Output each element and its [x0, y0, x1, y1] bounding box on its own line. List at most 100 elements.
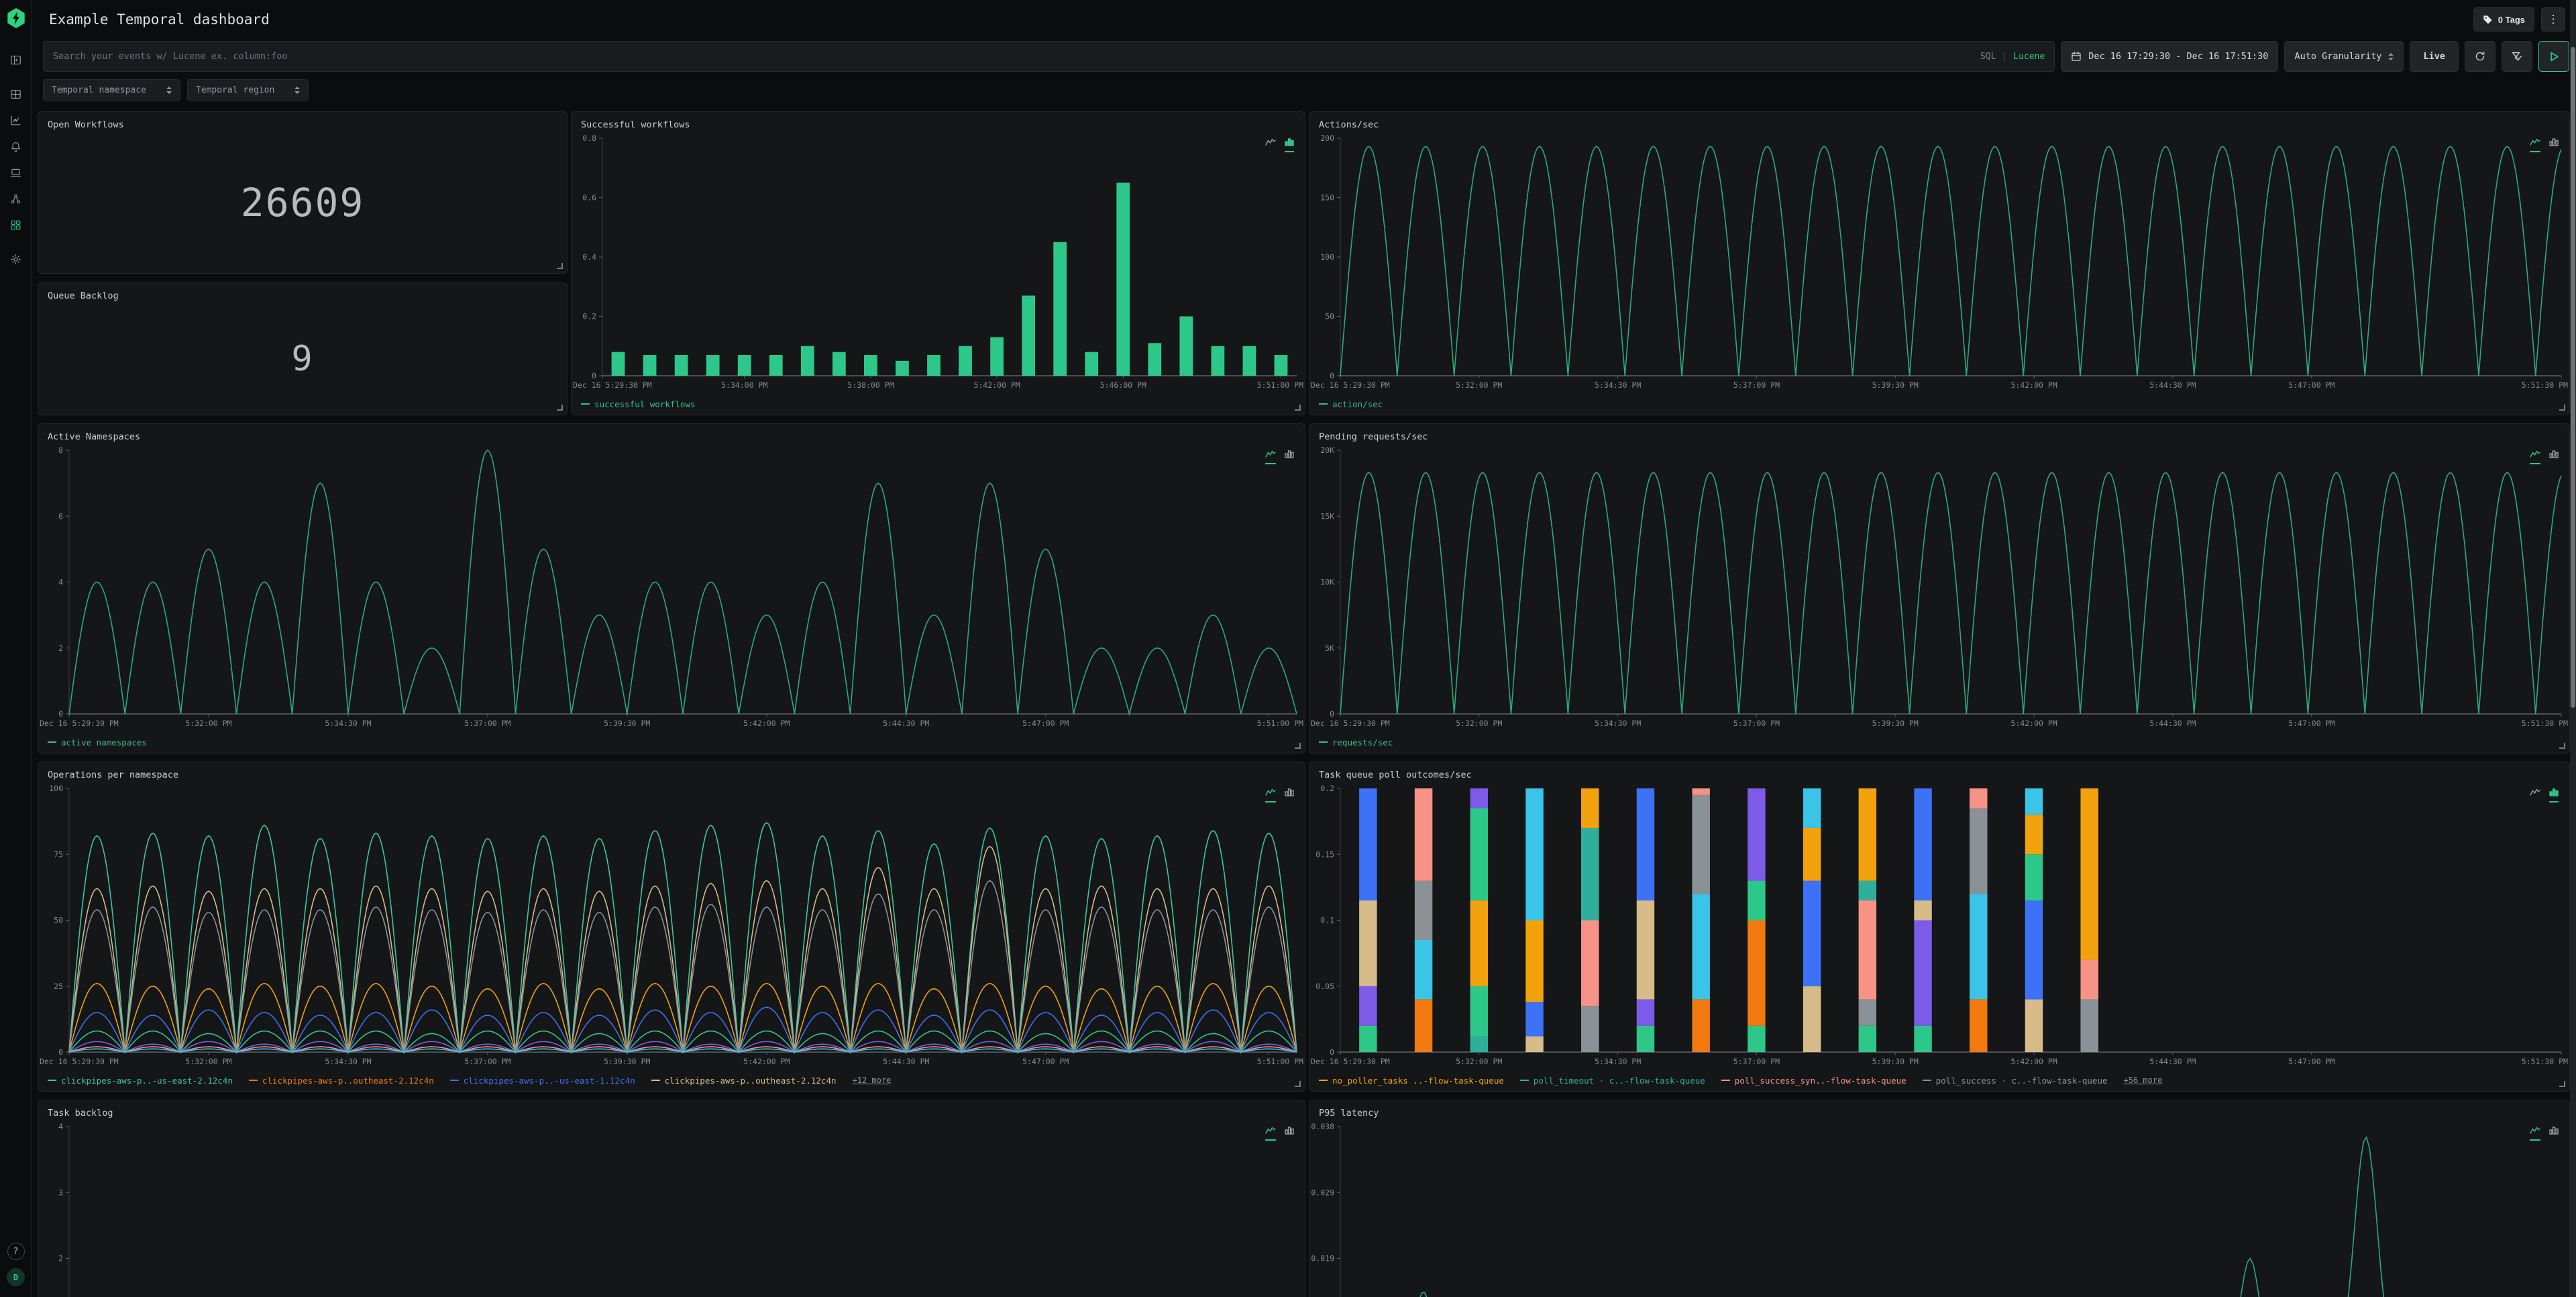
- help-button[interactable]: ?: [7, 1243, 25, 1260]
- sidebar-item-hosts[interactable]: [4, 161, 28, 185]
- sidebar-item-panel-toggle[interactable]: [4, 48, 28, 72]
- resize-handle[interactable]: [1295, 1081, 1301, 1087]
- legend-item[interactable]: poll_success_syn..-flow-task-queue: [1721, 1076, 1907, 1086]
- svg-text:0: 0: [1330, 709, 1334, 719]
- resize-handle[interactable]: [1295, 405, 1301, 411]
- bar-chart-toggle-icon[interactable]: [2549, 136, 2559, 152]
- line-chart-toggle-icon[interactable]: [1265, 448, 1276, 464]
- filter-temporal-namespace[interactable]: Temporal namespace: [43, 79, 180, 101]
- svg-text:0.019: 0.019: [1311, 1254, 1334, 1263]
- live-button[interactable]: Live: [2410, 41, 2459, 72]
- tag-icon: [2483, 15, 2493, 25]
- svg-text:5:47:00 PM: 5:47:00 PM: [2288, 380, 2334, 390]
- svg-text:Dec 16 5:29:30 PM: Dec 16 5:29:30 PM: [1311, 719, 1390, 728]
- line-chart-toggle-icon[interactable]: [2530, 786, 2540, 802]
- sidebar-item-settings[interactable]: [4, 248, 28, 272]
- svg-text:4: 4: [58, 1122, 63, 1131]
- resize-handle[interactable]: [2559, 743, 2565, 749]
- resize-handle[interactable]: [2559, 1081, 2565, 1087]
- panel-task-backlog: Task backlog 43210: [38, 1100, 1305, 1297]
- operations-per-namespace-chart[interactable]: 0255075100Dec 16 5:29:30 PM5:32:00 PM5:3…: [38, 782, 1305, 1070]
- resize-handle[interactable]: [1295, 743, 1301, 749]
- svg-text:5:42:00 PM: 5:42:00 PM: [2010, 719, 2057, 728]
- app-logo-icon[interactable]: [7, 8, 25, 28]
- bar-chart-toggle-icon[interactable]: [1285, 136, 1294, 152]
- legend-item[interactable]: clickpipes-aws-p..-us-east-1.12c4n: [450, 1076, 635, 1086]
- actions-per-sec-chart[interactable]: 050100150200Dec 16 5:29:30 PM5:32:00 PM5…: [1309, 132, 2569, 393]
- line-chart-toggle-icon[interactable]: [1265, 786, 1276, 802]
- run-query-button[interactable]: [2538, 41, 2569, 72]
- bell-icon: [9, 140, 22, 153]
- line-chart-toggle-icon[interactable]: [2530, 136, 2540, 152]
- svg-text:0.4: 0.4: [582, 252, 596, 262]
- line-chart-toggle-icon[interactable]: [2530, 1125, 2540, 1141]
- chart-legend: requests/sec: [1309, 731, 2569, 753]
- legend-item[interactable]: poll_success · c..-flow-task-queue: [1923, 1076, 2108, 1086]
- legend-item[interactable]: requests/sec: [1319, 737, 1393, 747]
- svg-text:2: 2: [58, 1254, 63, 1263]
- refresh-icon: [2474, 50, 2486, 62]
- svg-text:5:34:30 PM: 5:34:30 PM: [325, 719, 371, 728]
- legend-label: active namespaces: [61, 737, 147, 747]
- bar-chart-toggle-icon[interactable]: [1285, 786, 1294, 802]
- resize-handle[interactable]: [2559, 405, 2565, 411]
- active-namespaces-chart[interactable]: 02468Dec 16 5:29:30 PM5:32:00 PM5:34:30 …: [38, 444, 1305, 731]
- svg-text:10K: 10K: [1320, 578, 1334, 587]
- bar-chart-toggle-icon[interactable]: [1285, 1125, 1294, 1141]
- svg-text:20K: 20K: [1320, 446, 1334, 455]
- legend-item[interactable]: clickpipes-aws-p..outheast-2.12c4n: [249, 1076, 434, 1086]
- filter-temporal-region[interactable]: Temporal region: [187, 79, 309, 101]
- line-chart-toggle-icon[interactable]: [1265, 136, 1276, 152]
- resize-handle[interactable]: [557, 405, 563, 411]
- task-queue-poll-outcomes-chart[interactable]: 00.050.10.150.2Dec 16 5:29:30 PM5:32:00 …: [1309, 782, 2569, 1070]
- bar-chart-toggle-icon[interactable]: [2549, 786, 2559, 802]
- pending-requests-chart[interactable]: 05K10K15K20KDec 16 5:29:30 PM5:32:00 PM5…: [1309, 444, 2569, 731]
- legend-more-link[interactable]: +56 more: [2124, 1076, 2163, 1085]
- successful-workflows-chart[interactable]: 00.20.40.60.8Dec 16 5:29:30 PM5:34:00 PM…: [572, 132, 1305, 393]
- legend-item[interactable]: no_poller_tasks ..-flow-task-queue: [1319, 1076, 1504, 1086]
- sidebar-item-topology[interactable]: [4, 187, 28, 211]
- p95-latency-chart[interactable]: 0.0380.0290.0190.0100: [1309, 1120, 2569, 1297]
- panel-operations-per-namespace: Operations per namespace 0255075100Dec 1…: [38, 762, 1305, 1092]
- sidebar-item-alerts[interactable]: [4, 135, 28, 159]
- legend-item[interactable]: active namespaces: [48, 737, 147, 747]
- bar-chart-toggle-icon[interactable]: [2549, 1125, 2559, 1141]
- chart-legend: successful workflows: [572, 393, 1305, 415]
- line-chart-toggle-icon[interactable]: [2530, 448, 2540, 464]
- more-options-button[interactable]: ⋮: [2541, 7, 2565, 32]
- task-backlog-chart[interactable]: 43210: [38, 1120, 1305, 1297]
- page-scrollbar[interactable]: [2570, 0, 2576, 1297]
- svg-text:0.2: 0.2: [582, 312, 596, 321]
- granularity-select[interactable]: Auto Granularity: [2284, 41, 2404, 72]
- legend-item[interactable]: poll_timeout · c..-flow-task-queue: [1520, 1076, 1705, 1086]
- search-input[interactable]: [53, 51, 1980, 62]
- time-range-picker[interactable]: Dec 16 17:29:30 - Dec 16 17:51:30: [2061, 41, 2278, 72]
- legend-more-link[interactable]: +12 more: [853, 1076, 892, 1085]
- legend-label: clickpipes-aws-p..outheast-2.12c4n: [262, 1076, 434, 1086]
- legend-item[interactable]: successful workflows: [581, 399, 696, 409]
- user-avatar[interactable]: D: [7, 1268, 25, 1286]
- svg-text:5:39:30 PM: 5:39:30 PM: [604, 1057, 650, 1066]
- line-chart-toggle-icon[interactable]: [1265, 1125, 1276, 1141]
- query-mode-lucene[interactable]: Lucene: [2013, 52, 2045, 62]
- bar-chart-toggle-icon[interactable]: [1285, 448, 1294, 464]
- svg-text:5:51:30 PM: 5:51:30 PM: [2522, 719, 2568, 728]
- sidebar-item-dashboards[interactable]: [4, 213, 28, 238]
- legend-item[interactable]: clickpipes-aws-p..outheast-2.12c4n: [651, 1076, 837, 1086]
- bar-chart-toggle-icon[interactable]: [2549, 448, 2559, 464]
- legend-label: poll_success · c..-flow-task-queue: [1936, 1076, 2108, 1086]
- legend-item[interactable]: clickpipes-aws-p..-us-east-2.12c4n: [48, 1076, 233, 1086]
- tags-button[interactable]: 0 Tags: [2473, 7, 2534, 32]
- laptop-icon: [9, 166, 22, 179]
- query-mode-divider: |: [2002, 52, 2007, 62]
- sidebar-item-metrics[interactable]: [4, 109, 28, 133]
- panel-title: P95 latency: [1309, 1100, 2569, 1120]
- sidebar-item-tables[interactable]: [4, 83, 28, 107]
- filter-button[interactable]: [2502, 41, 2532, 72]
- legend-label: poll_success_syn..-flow-task-queue: [1735, 1076, 1907, 1086]
- resize-handle[interactable]: [557, 263, 563, 269]
- refresh-button[interactable]: [2465, 41, 2496, 72]
- query-mode-sql[interactable]: SQL: [1980, 52, 1996, 62]
- legend-item[interactable]: action/sec: [1319, 399, 1383, 409]
- scrollbar-thumb[interactable]: [2571, 47, 2575, 708]
